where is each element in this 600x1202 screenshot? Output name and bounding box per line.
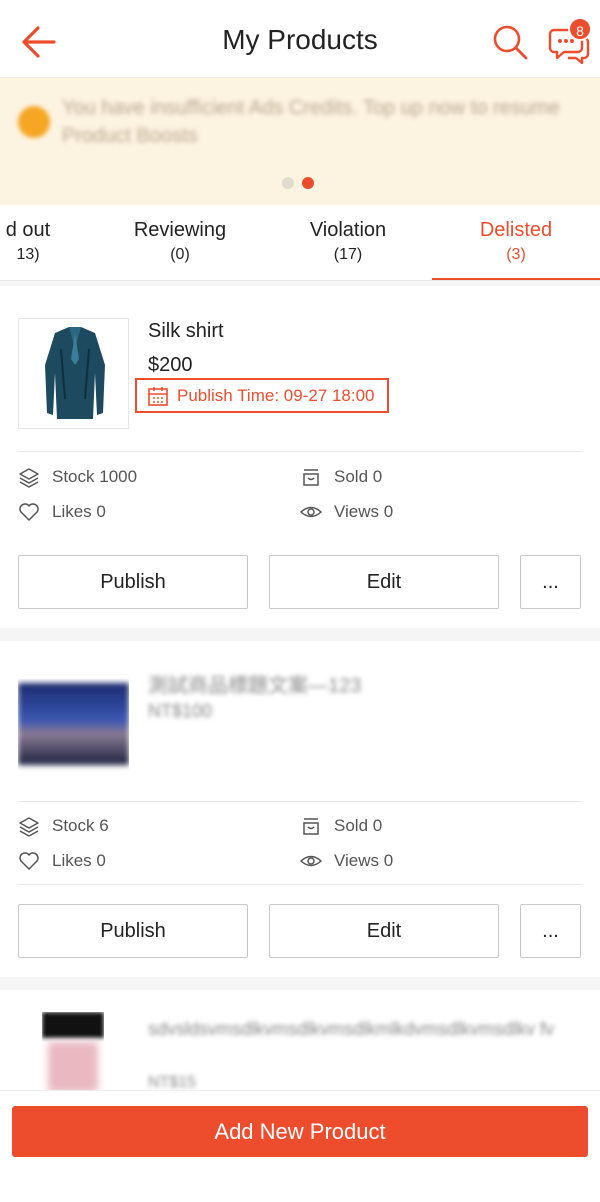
likes-stat: Likes 0	[18, 850, 106, 872]
likes-stat: Likes 0	[18, 501, 106, 523]
eye-icon	[300, 506, 322, 518]
stock-stat: Stock 6	[18, 815, 109, 837]
publish-button[interactable]: Publish	[18, 904, 248, 958]
more-options-button[interactable]: ...	[520, 904, 581, 958]
product-card: 測試商品標題文案—123 NT$100 Stock 6 Sold 0 Likes…	[0, 641, 600, 977]
stock-text: Stock 1000	[52, 467, 138, 486]
product-price: NT$100	[148, 701, 213, 721]
product-thumbnail[interactable]	[18, 679, 129, 790]
blurred-product-image	[48, 1042, 98, 1090]
product-card: Silk shirt $200 Publish Time: 09-27 18:0…	[0, 286, 600, 628]
layers-icon	[19, 817, 39, 837]
heart-icon	[19, 852, 39, 870]
views-stat: Views 0	[300, 850, 393, 872]
views-text: Views 0	[334, 502, 394, 521]
product-name: sdvsldsvmsdlkvmsdlkvmsdlkmlkdvmsdlkvmsdl…	[148, 1019, 555, 1039]
views-stat: Views 0	[300, 501, 393, 523]
product-name: 測試商品標題文案—123	[148, 675, 362, 697]
stock-text: Stock 6	[52, 816, 109, 835]
edit-button[interactable]: Edit	[269, 555, 499, 609]
tab-sold-out[interactable]: d out 13)	[0, 219, 68, 280]
banner-message: You have insufficient Ads Credits. Top u…	[62, 97, 560, 147]
status-tabs: d out 13) Reviewing (0) Violation (17) D…	[0, 205, 600, 281]
stock-stat: Stock 1000	[18, 466, 137, 488]
tab-label: d out	[5, 219, 51, 241]
top-nav-bar: My Products 8	[0, 0, 600, 78]
sold-stat: Sold 0	[300, 466, 382, 488]
product-card: sdvsldsvmsdlkvmsdlkvmsdlkmlkdvmsdlkvmsdl…	[0, 990, 600, 1090]
tab-count: (3)	[506, 246, 526, 263]
product-thumbnail[interactable]	[42, 1012, 104, 1090]
publish-time-text: Publish Time: 09-27 18:00	[177, 386, 375, 405]
tab-label: Violation	[309, 219, 387, 241]
silk-shirt-image	[45, 327, 105, 419]
tab-count: (0)	[170, 246, 190, 263]
basket-icon	[303, 818, 319, 835]
tab-count: 13)	[16, 246, 40, 263]
edit-button[interactable]: Edit	[269, 904, 499, 958]
tab-reviewing[interactable]: Reviewing (0)	[110, 219, 250, 280]
ads-credit-banner[interactable]: You have insufficient Ads Credits. Top u…	[0, 78, 600, 205]
divider	[18, 451, 582, 452]
carousel-dot-active	[302, 177, 314, 189]
product-price: $200	[148, 354, 193, 376]
likes-text: Likes 0	[52, 851, 106, 870]
likes-text: Likes 0	[52, 502, 106, 521]
carousel-dot	[282, 177, 294, 189]
publish-button[interactable]: Publish	[18, 555, 248, 609]
sold-text: Sold 0	[334, 467, 383, 486]
views-text: Views 0	[334, 851, 394, 870]
coin-icon	[18, 106, 50, 138]
eye-icon	[300, 855, 322, 867]
search-icon[interactable]	[492, 24, 528, 60]
sold-text: Sold 0	[334, 816, 383, 835]
bottom-action-bar: Add New Product	[0, 1090, 600, 1202]
layers-icon	[19, 468, 39, 488]
more-options-button[interactable]: ...	[520, 555, 581, 609]
heart-icon	[19, 503, 39, 521]
tab-label: Delisted	[479, 219, 553, 241]
basket-icon	[303, 469, 319, 486]
carousel-indicator	[282, 177, 314, 189]
product-thumbnail[interactable]	[18, 318, 129, 429]
add-new-product-button[interactable]: Add New Product	[12, 1106, 588, 1157]
divider	[18, 884, 582, 885]
product-name: Silk shirt	[148, 320, 224, 342]
publish-time-label: Publish Time: 09-27 18:00	[135, 378, 389, 413]
calendar-icon	[148, 387, 168, 406]
sold-stat: Sold 0	[300, 815, 382, 837]
tab-delisted[interactable]: Delisted (3)	[432, 219, 600, 280]
tab-count: (17)	[333, 246, 363, 263]
divider	[18, 801, 582, 802]
product-price: NT$15	[148, 1074, 197, 1090]
blurred-product-image	[18, 683, 129, 765]
chat-unread-badge: 8	[568, 17, 592, 41]
blurred-product-image	[42, 1012, 104, 1038]
tab-violation[interactable]: Violation (17)	[278, 219, 418, 280]
tab-label: Reviewing	[133, 219, 227, 241]
